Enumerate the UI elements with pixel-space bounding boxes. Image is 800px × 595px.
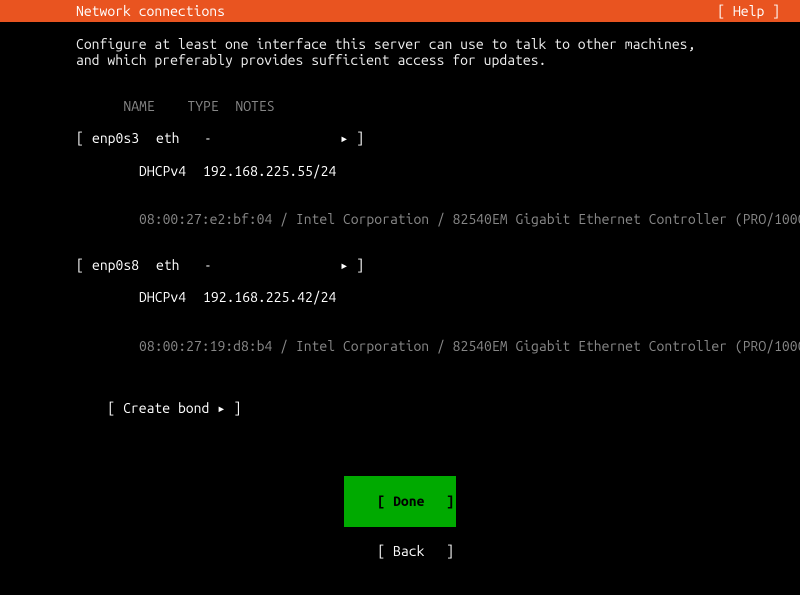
col-type-header: TYPE xyxy=(187,98,235,114)
interface-address: 192.168.225.55/24 xyxy=(203,163,336,179)
column-headers: NAMETYPENOTES xyxy=(76,82,724,130)
bracket-right: ] xyxy=(348,130,364,146)
bracket-left: [ xyxy=(377,493,385,509)
back-label: Back xyxy=(393,543,424,560)
interface-address: 192.168.225.42/24 xyxy=(203,289,336,305)
interface-type: eth xyxy=(156,257,204,273)
interface-mac: 08:00:27:19:d8:b4 xyxy=(139,338,272,354)
interface-device: Intel Corporation / 82540EM Gigabit Ethe… xyxy=(296,211,800,227)
interface-address-row: DHCPv4192.168.225.55/24 xyxy=(76,147,724,195)
interface-device: Intel Corporation / 82540EM Gigabit Ethe… xyxy=(296,338,800,354)
chevron-right-icon: ▸ xyxy=(340,130,348,146)
bracket-left: [ xyxy=(76,257,92,273)
bracket-left: [ xyxy=(107,400,115,416)
interface-block: [enp0s8eth-▸ ] DHCPv4192.168.225.42/24 0… xyxy=(76,257,724,370)
bracket-right: ] xyxy=(348,257,364,273)
bracket-left: [ xyxy=(377,543,385,559)
interface-row[interactable]: [enp0s8eth-▸ ] xyxy=(76,257,724,273)
bracket-right: ] xyxy=(446,493,454,510)
bracket-right: ] xyxy=(233,400,241,416)
interface-mac: 08:00:27:e2:bf:04 xyxy=(139,211,272,227)
interface-address-row: DHCPv4192.168.225.42/24 xyxy=(76,273,724,321)
chevron-right-icon: ▸ xyxy=(217,400,225,416)
create-bond-button[interactable]: [ Create bond ▸ ] xyxy=(76,384,724,432)
interface-proto: DHCPv4 xyxy=(139,289,203,305)
col-name-header: NAME xyxy=(123,98,187,114)
bracket-left: [ xyxy=(76,130,92,146)
interface-proto: DHCPv4 xyxy=(139,163,203,179)
interface-hwinfo: 08:00:27:e2:bf:04 / Intel Corporation / … xyxy=(76,195,724,243)
help-button[interactable]: [ Help ] xyxy=(717,3,780,19)
interface-block: [enp0s3eth-▸ ] DHCPv4192.168.225.55/24 0… xyxy=(76,130,724,243)
create-bond-label: Create bond xyxy=(123,400,209,416)
chevron-right-icon: ▸ xyxy=(340,257,348,273)
bracket-right: ] xyxy=(446,543,454,560)
footer-buttons: [ Done] [ Back] xyxy=(0,476,800,577)
header-bar: Network connections [ Help ] xyxy=(0,0,800,22)
interface-notes: - xyxy=(204,257,340,273)
interface-notes: - xyxy=(204,130,340,146)
interface-type: eth xyxy=(156,130,204,146)
done-label: Done xyxy=(393,493,424,510)
done-button[interactable]: [ Done] xyxy=(344,476,456,526)
description-text: Configure at least one interface this se… xyxy=(76,36,724,68)
interface-hwinfo: 08:00:27:19:d8:b4 / Intel Corporation / … xyxy=(76,322,724,370)
page-title: Network connections xyxy=(76,3,225,19)
interface-name: enp0s3 xyxy=(92,130,156,146)
interface-row[interactable]: [enp0s3eth-▸ ] xyxy=(76,130,724,146)
interface-name: enp0s8 xyxy=(92,257,156,273)
col-notes-header: NOTES xyxy=(235,98,274,114)
back-button[interactable]: [ Back] xyxy=(344,527,456,577)
main-content: Configure at least one interface this se… xyxy=(0,22,800,432)
